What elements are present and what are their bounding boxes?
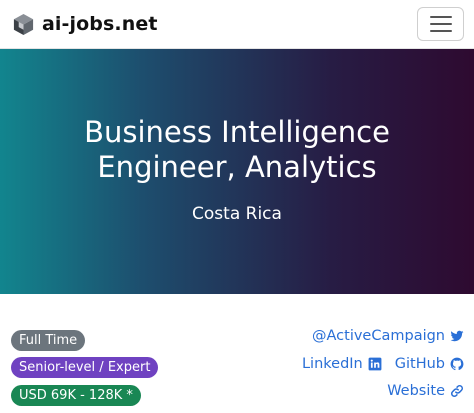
linkedin-label: LinkedIn <box>301 356 363 372</box>
company-row: @ActiveCampaign <box>312 328 464 344</box>
job-title: Business Intelligence Engineer, Analytic… <box>84 115 390 184</box>
brand-link[interactable]: ai-jobs.net <box>12 12 158 36</box>
brand-name: ai-jobs.net <box>42 13 158 35</box>
linkedin-icon <box>368 357 382 371</box>
hamburger-line <box>429 30 452 32</box>
job-hero: Business Intelligence Engineer, Analytic… <box>0 49 474 294</box>
cube-logo-icon <box>13 13 34 35</box>
website-link[interactable]: Website <box>387 383 464 399</box>
company-twitter-link[interactable]: @ActiveCampaign <box>312 328 464 344</box>
experience-level-badge: Senior-level / Expert <box>11 357 159 378</box>
linkedin-link[interactable]: LinkedIn <box>302 356 382 372</box>
twitter-icon <box>450 330 464 342</box>
github-icon <box>450 357 464 371</box>
website-row: Website <box>387 383 464 399</box>
salary-badge: USD 69K - 128K * <box>11 385 141 406</box>
employment-type-badge: Full Time <box>11 330 86 351</box>
company-handle: @ActiveCampaign <box>312 328 445 344</box>
website-label: Website <box>387 383 445 399</box>
hamburger-menu-icon <box>429 16 452 18</box>
social-row: LinkedIn GitHub <box>302 356 464 372</box>
hamburger-menu-button[interactable] <box>417 7 464 41</box>
github-label: GitHub <box>394 356 445 372</box>
navbar: ai-jobs.net <box>0 0 474 49</box>
github-link[interactable]: GitHub <box>395 356 464 372</box>
job-location: Costa Rica <box>192 204 282 224</box>
link-icon <box>450 384 464 398</box>
hamburger-line <box>429 23 452 25</box>
